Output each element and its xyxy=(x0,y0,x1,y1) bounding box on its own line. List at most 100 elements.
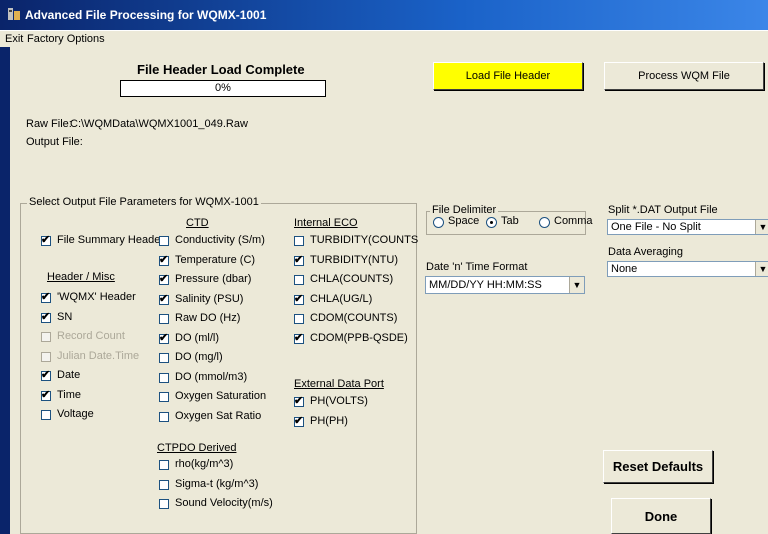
checkbox-box[interactable]: ✔ xyxy=(294,292,304,305)
checkbox-label: DO (ml/l) xyxy=(175,331,219,344)
checkbox-box[interactable] xyxy=(294,314,304,324)
checkbox-box[interactable]: ✔ xyxy=(41,388,51,401)
averaging-value: None xyxy=(611,263,638,275)
checkbox-box[interactable] xyxy=(159,353,169,363)
checkbox-box[interactable] xyxy=(159,411,169,422)
raw-file-label: Raw File: xyxy=(26,118,72,130)
external-port-title: External Data Port xyxy=(294,378,384,390)
checkbox-box[interactable]: ✔ xyxy=(41,311,51,323)
internal-eco-title: Internal ECO xyxy=(294,217,358,229)
checkbox-box[interactable]: ✔ xyxy=(41,369,51,381)
chevron-down-icon[interactable]: ▼ xyxy=(569,277,584,293)
checkbox-box[interactable]: ✔ xyxy=(159,253,169,266)
header-misc-title: Header / Misc xyxy=(47,271,115,283)
checkbox-box[interactable] xyxy=(159,499,169,509)
window-title: Advanced File Processing for WQMX-1001 xyxy=(25,8,267,22)
checkbox-box[interactable]: ✔ xyxy=(294,253,304,266)
menu-exit[interactable]: Exit xyxy=(5,33,23,45)
checkbox-box[interactable]: ✔ xyxy=(159,292,169,305)
checkbox-box[interactable] xyxy=(159,460,169,470)
process-wqm-file-button[interactable]: Process WQM File xyxy=(604,62,764,90)
checkbox-box[interactable] xyxy=(41,410,51,420)
checkbox-box[interactable]: ✔ xyxy=(294,331,304,344)
checkbox-label: Voltage xyxy=(57,408,94,420)
progress-bar: 0% xyxy=(120,80,326,97)
check-mark: ✔ xyxy=(41,234,51,246)
radio-circle[interactable] xyxy=(433,217,444,228)
checkbox-box[interactable]: ✔ xyxy=(159,331,169,344)
checkbox-label: Record Count xyxy=(57,330,125,342)
checkbox-label: TURBIDITY(NTU) xyxy=(310,253,398,266)
check-mark: ✔ xyxy=(294,253,304,266)
checkbox-label: DO (mg/l) xyxy=(175,351,223,363)
checkbox-label: 'WQMX' Header xyxy=(57,291,136,303)
check-mark: ✔ xyxy=(294,395,304,407)
checkbox-label: Sigma-t (kg/m^3) xyxy=(175,477,259,490)
checkbox-label: CHLA(UG/L) xyxy=(310,292,373,305)
check-mark: ✔ xyxy=(41,291,51,303)
checkbox-label: TURBIDITY(COUNTS xyxy=(310,234,419,246)
radio-dot xyxy=(490,221,493,224)
datetime-combo[interactable]: MM/DD/YY HH:MM:SS ▼ xyxy=(425,276,585,294)
radio-label: Tab xyxy=(501,215,519,227)
checkbox-box[interactable] xyxy=(159,392,169,402)
checkbox-label: Salinity (PSU) xyxy=(175,292,244,305)
check-mark: ✔ xyxy=(159,253,169,266)
checkbox-label: rho(kg/m^3) xyxy=(175,458,234,470)
averaging-label: Data Averaging xyxy=(608,246,684,258)
check-mark: ✔ xyxy=(159,292,169,305)
radio-circle[interactable] xyxy=(539,217,550,228)
checkbox-label: Julian Date.Time xyxy=(57,349,140,362)
checkbox-box[interactable]: ✔ xyxy=(159,273,169,285)
checkbox-label: Temperature (C) xyxy=(175,253,256,266)
checkbox-box[interactable] xyxy=(294,275,304,285)
checkbox-box[interactable] xyxy=(159,314,169,324)
chevron-down-icon[interactable]: ▼ xyxy=(755,262,768,276)
checkbox-box[interactable] xyxy=(159,372,169,383)
split-combo[interactable]: One File - No Split ▼ xyxy=(607,219,768,235)
checkbox-box[interactable]: ✔ xyxy=(41,291,51,303)
ctd-title: CTD xyxy=(186,217,209,229)
reset-defaults-button[interactable]: Reset Defaults xyxy=(603,450,713,483)
checkbox-label: CHLA(COUNTS) xyxy=(310,273,394,285)
radio-label: Comma xyxy=(554,215,593,227)
checkbox-label: PH(PH) xyxy=(310,415,348,427)
datetime-label: Date 'n' Time Format xyxy=(426,261,528,273)
checkbox-box xyxy=(41,351,51,362)
load-file-header-button[interactable]: Load File Header xyxy=(433,62,583,90)
check-mark: ✔ xyxy=(294,292,304,305)
checkbox-label: PH(VOLTS) xyxy=(310,395,368,407)
checkbox-label: CDOM(COUNTS) xyxy=(310,312,398,324)
checkbox-label: Raw DO (Hz) xyxy=(175,312,241,324)
checkbox-box xyxy=(41,332,51,342)
checkbox-label: Oxygen Saturation xyxy=(175,390,267,402)
averaging-combo[interactable]: None ▼ xyxy=(607,261,768,277)
ctpdo-title: CTPDO Derived xyxy=(157,442,237,454)
status-header: File Header Load Complete xyxy=(137,62,305,77)
done-button[interactable]: Done xyxy=(611,498,711,534)
checkbox-box[interactable]: ✔ xyxy=(294,395,304,407)
checkbox-label: Oxygen Sat Ratio xyxy=(175,409,262,422)
checkbox-label: Pressure (dbar) xyxy=(175,273,252,285)
split-value: One File - No Split xyxy=(611,221,701,233)
radio-circle[interactable] xyxy=(486,217,497,228)
checkbox-label: CDOM(PPB-QSDE) xyxy=(310,331,408,344)
app-icon xyxy=(8,8,20,20)
menu-factory-options[interactable]: Factory Options xyxy=(27,33,105,45)
radio-label: Space xyxy=(448,215,480,227)
menu-bar xyxy=(0,31,768,47)
checkbox-label: DO (mmol/m3) xyxy=(175,370,248,383)
split-label: Split *.DAT Output File xyxy=(608,204,718,216)
datetime-value: MM/DD/YY HH:MM:SS xyxy=(429,279,542,291)
raw-file-path: C:\WQMData\WQMX1001_049.Raw xyxy=(70,118,248,130)
check-mark: ✔ xyxy=(159,273,169,285)
check-mark: ✔ xyxy=(159,331,169,344)
check-mark: ✔ xyxy=(41,388,51,401)
check-mark: ✔ xyxy=(294,331,304,344)
checkbox-box[interactable]: ✔ xyxy=(294,415,304,427)
chevron-down-icon[interactable]: ▼ xyxy=(755,220,768,234)
checkbox-box[interactable] xyxy=(159,236,169,246)
checkbox-box[interactable] xyxy=(159,479,169,490)
checkbox-box[interactable] xyxy=(294,236,304,246)
checkbox-label: Time xyxy=(57,388,82,401)
